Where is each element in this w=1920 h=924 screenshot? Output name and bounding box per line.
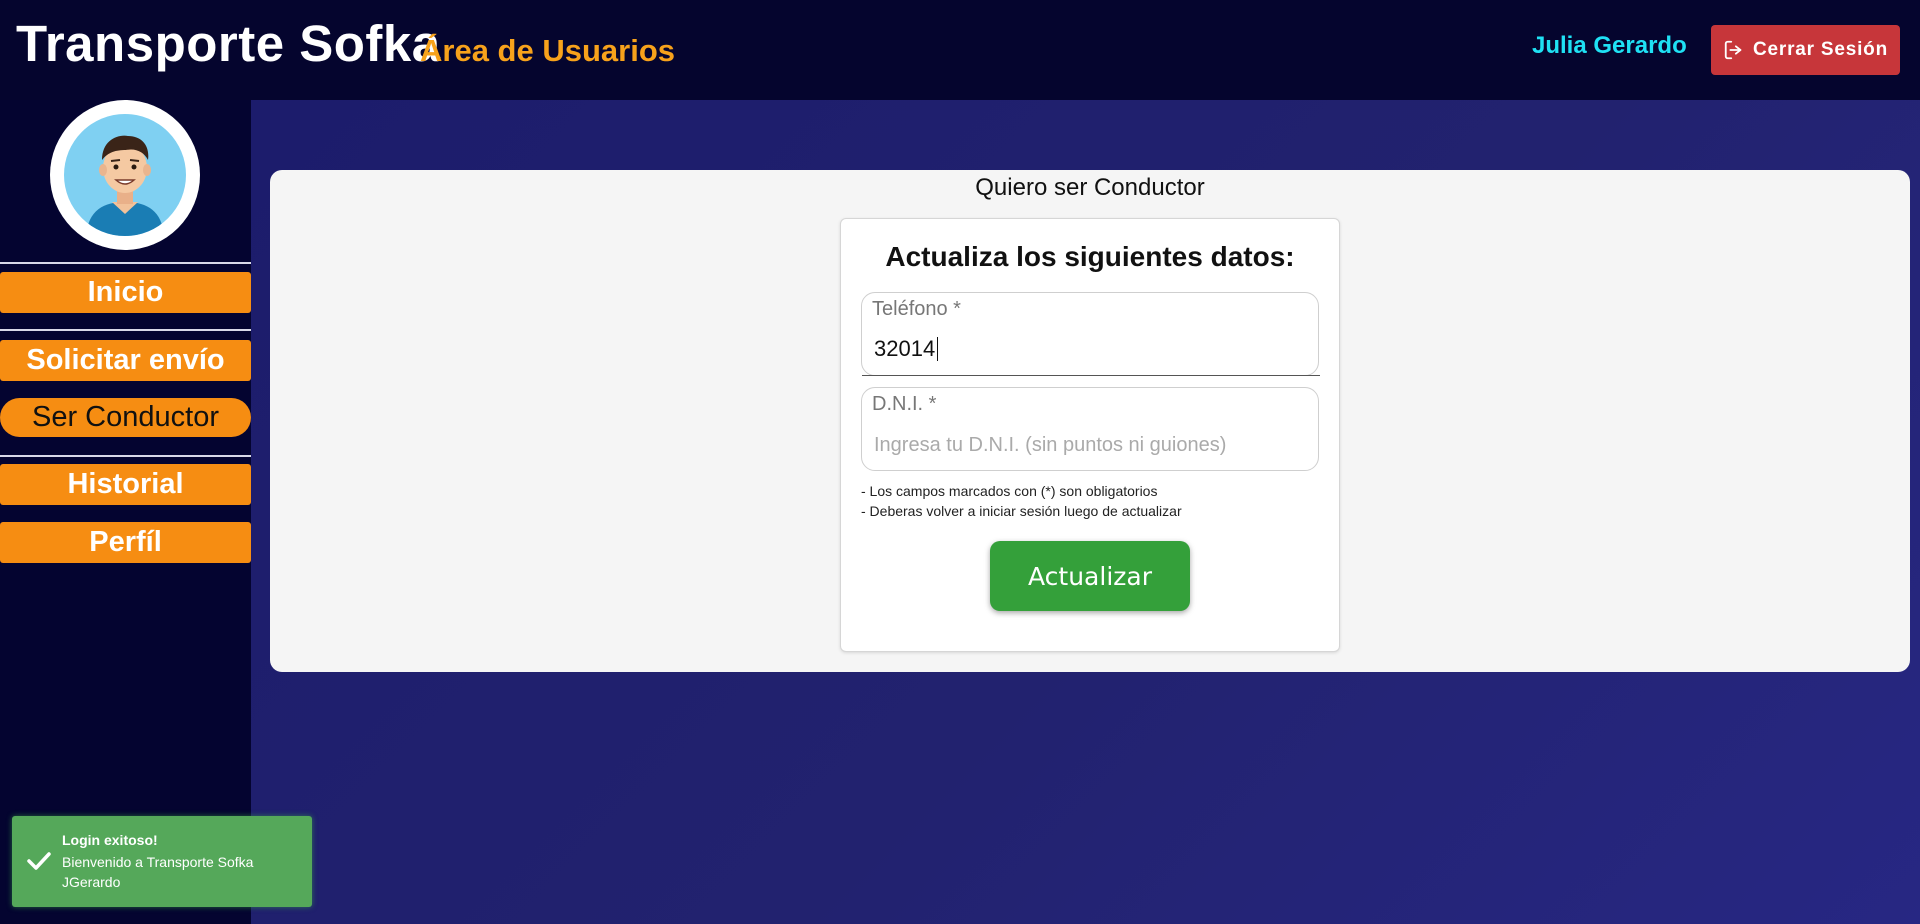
sidebar-item-solicitar-envio[interactable]: Solicitar envío — [0, 340, 251, 381]
logout-icon — [1724, 40, 1742, 60]
avatar-illustration — [64, 114, 186, 236]
phone-input[interactable] — [874, 333, 1304, 365]
form-notes: - Los campos marcados con (*) son obliga… — [861, 481, 1182, 521]
note-required: - Los campos marcados con (*) son obliga… — [861, 483, 1158, 499]
sidebar-item-historial[interactable]: Historial — [0, 464, 251, 505]
note-relogin: - Deberas volver a iniciar sesión luego … — [861, 503, 1182, 519]
brand-title: Transporte Sofka — [16, 15, 441, 72]
sidebar-divider — [0, 329, 251, 331]
sidebar-item-perfil[interactable]: Perfíl — [0, 522, 251, 563]
content-card: Quiero ser Conductor Actualiza los sigui… — [270, 170, 1910, 672]
dni-field: D.N.I. * — [861, 387, 1319, 471]
logout-label: Cerrar Sesión — [1752, 39, 1888, 60]
app-header: Transporte Sofka Área de Usuarios Julia … — [0, 0, 1920, 100]
sidebar-item-inicio[interactable]: Inicio — [0, 272, 251, 313]
phone-underline — [862, 375, 1320, 376]
check-icon — [27, 852, 51, 870]
sidebar: Inicio Solicitar envío Ser Conductor His… — [0, 100, 251, 924]
text-cursor — [937, 337, 938, 361]
current-user-name: Julia Gerardo — [1532, 32, 1687, 59]
sidebar-divider — [0, 262, 251, 264]
sidebar-item-ser-conductor[interactable]: Ser Conductor — [0, 398, 251, 437]
area-subtitle: Área de Usuarios — [420, 33, 675, 68]
logout-button[interactable]: Cerrar Sesión — [1711, 25, 1900, 75]
phone-label: Teléfono * — [872, 298, 961, 320]
sidebar-divider — [0, 455, 251, 457]
phone-field: Teléfono * — [861, 292, 1320, 376]
driver-form: Actualiza los siguientes datos: Teléfono… — [840, 218, 1340, 652]
dni-label: D.N.I. * — [872, 393, 937, 415]
toast-title: Login exitoso! — [62, 832, 158, 848]
success-toast[interactable]: Login exitoso! Bienvenido a Transporte S… — [12, 816, 312, 907]
section-title: Quiero ser Conductor — [975, 174, 1205, 201]
dni-input[interactable] — [874, 428, 1304, 460]
user-avatar — [50, 100, 200, 250]
avatar-person-icon — [86, 135, 164, 236]
toast-message: Bienvenido a Transporte Sofka JGerardo — [62, 854, 254, 890]
form-title: Actualiza los siguientes datos: — [885, 241, 1295, 272]
update-button[interactable]: Actualizar — [990, 541, 1190, 611]
